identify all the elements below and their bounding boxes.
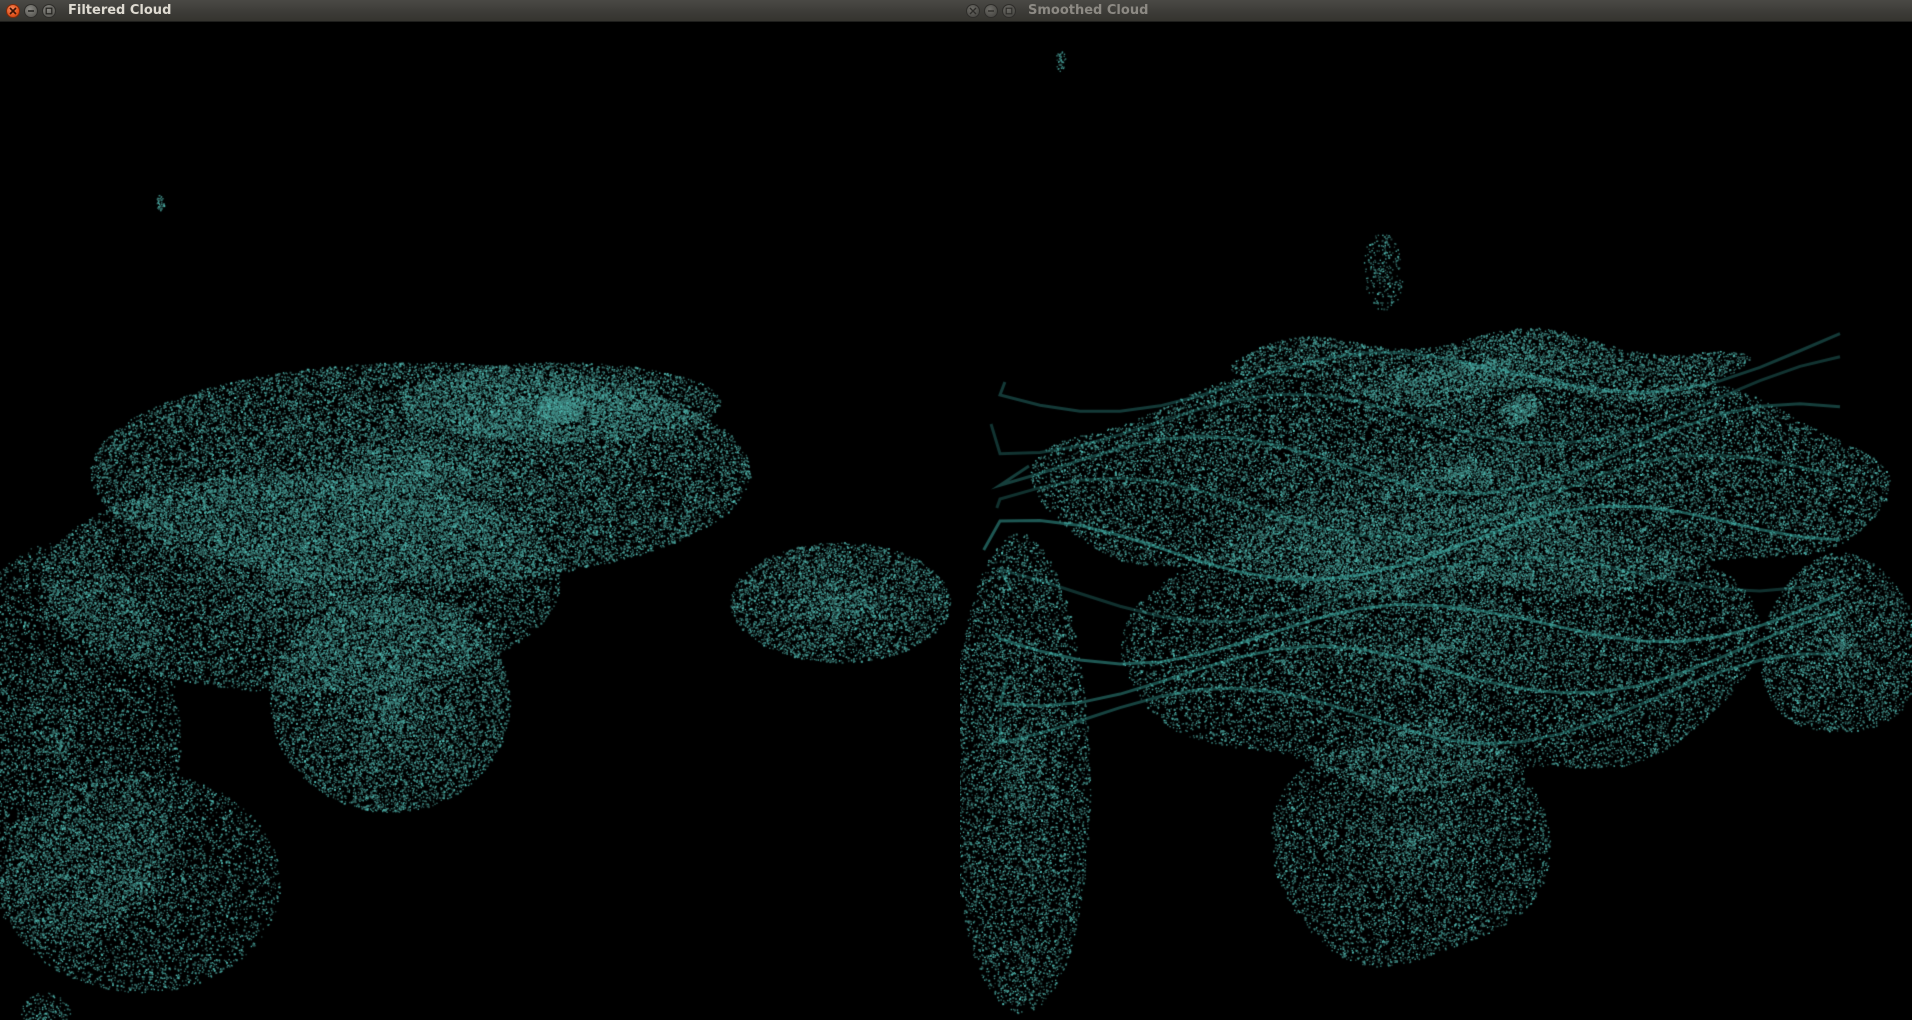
window-title: Filtered Cloud xyxy=(68,3,172,18)
point-cloud-viewport[interactable] xyxy=(960,22,1912,1020)
close-icon[interactable] xyxy=(6,3,20,18)
maximize-icon[interactable] xyxy=(42,3,56,18)
point-cloud-viewport[interactable] xyxy=(0,22,960,1020)
titlebar[interactable]: Smoothed Cloud xyxy=(960,0,1912,22)
smoothed-point-cloud[interactable] xyxy=(960,22,1912,1020)
maximize-icon[interactable] xyxy=(1002,3,1016,18)
close-icon[interactable] xyxy=(966,3,980,18)
titlebar[interactable]: Filtered Cloud xyxy=(0,0,960,22)
filtered-point-cloud[interactable] xyxy=(0,22,960,1020)
smoothed-cloud-window[interactable]: Smoothed Cloud xyxy=(960,0,1912,1020)
minimize-icon[interactable] xyxy=(984,3,998,18)
filtered-cloud-window[interactable]: Filtered Cloud xyxy=(0,0,960,1020)
minimize-icon[interactable] xyxy=(24,3,38,18)
window-title: Smoothed Cloud xyxy=(1028,3,1149,18)
